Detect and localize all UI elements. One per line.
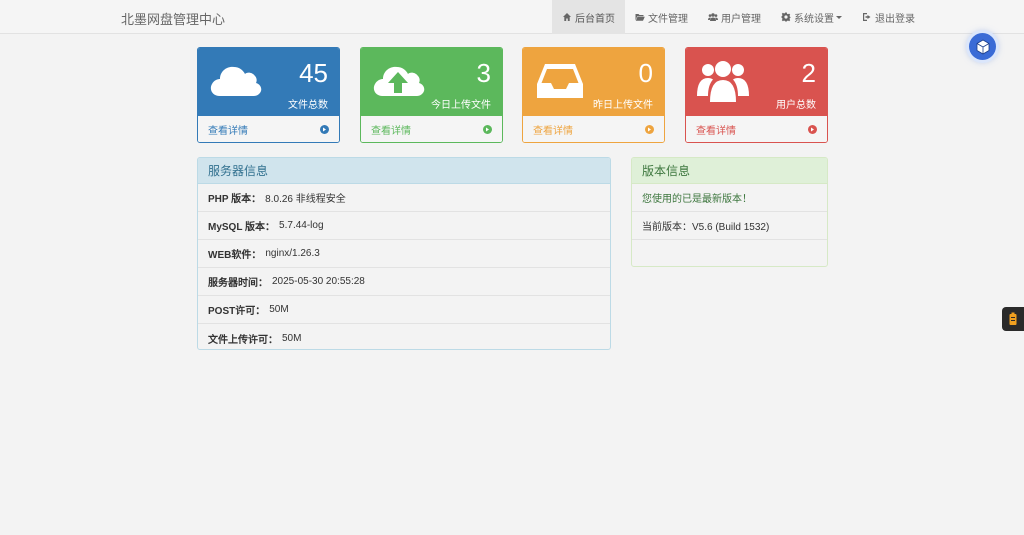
view-details-link[interactable]: 查看详情 (523, 115, 664, 142)
nav-user-management-label: 用户管理 (721, 13, 761, 25)
floating-assistant-button[interactable] (969, 33, 996, 60)
view-details-label: 查看详情 (208, 126, 248, 137)
current-version: 当前版本：V5.6 (Build 1532) (632, 212, 827, 240)
list-item: MySQL 版本： 5.7.44-log (198, 212, 610, 240)
stat-value: 0 (638, 58, 653, 88)
list-item: WEB软件： nginx/1.26.3 (198, 240, 610, 268)
stat-label: 昨日上传文件 (593, 100, 653, 111)
top-navbar: 北墨网盘管理中心 后台首页 文件管理 用户管理 系统设置 退出登录 (0, 0, 1024, 34)
nav-logout[interactable]: 退出登录 (852, 0, 925, 34)
nav-dashboard[interactable]: 后台首页 (552, 0, 625, 34)
stat-label: 用户总数 (776, 100, 816, 111)
main-nav: 后台首页 文件管理 用户管理 系统设置 退出登录 (552, 0, 925, 34)
sign-out-icon (862, 12, 872, 22)
view-details-link[interactable]: 查看详情 (686, 115, 827, 142)
stat-card-yesterday-uploads: 0 昨日上传文件 查看详情 (522, 47, 665, 143)
info-key: POST许可： (208, 306, 266, 317)
cube-icon (976, 39, 989, 54)
list-item: 文件上传许可： 50M (198, 324, 610, 349)
stat-value: 45 (299, 58, 328, 88)
view-details-label: 查看详情 (371, 126, 411, 137)
nav-system-settings-label: 系统设置 (794, 13, 834, 25)
nav-logout-label: 退出登录 (875, 13, 915, 25)
version-status: 您使用的已是最新版本！ (632, 184, 827, 212)
nav-file-management-label: 文件管理 (648, 13, 688, 25)
list-item: 服务器时间： 2025-05-30 20:55:28 (198, 268, 610, 296)
info-key: MySQL 版本： (208, 222, 276, 233)
stat-value: 3 (476, 58, 491, 88)
list-item: POST许可： 50M (198, 296, 610, 324)
view-details-link[interactable]: 查看详情 (361, 115, 502, 142)
app-title[interactable]: 北墨网盘管理中心 (121, 9, 225, 28)
info-value: 8.0.26 非线程安全 (265, 194, 346, 205)
view-details-link[interactable]: 查看详情 (198, 115, 339, 142)
gear-icon (781, 12, 791, 22)
stat-card-today-uploads: 3 今日上传文件 查看详情 (360, 47, 503, 143)
stat-label: 文件总数 (288, 100, 328, 111)
stat-card-total-files: 45 文件总数 查看详情 (197, 47, 340, 143)
nav-system-settings[interactable]: 系统设置 (771, 0, 852, 34)
info-key: 服务器时间： (208, 278, 268, 289)
arrow-circle-right-icon (808, 125, 817, 134)
view-details-label: 查看详情 (696, 126, 736, 137)
info-value: nginx/1.26.3 (265, 248, 320, 259)
side-floating-tab[interactable] (1002, 307, 1024, 331)
arrow-circle-right-icon (320, 125, 329, 134)
cloud-icon (208, 56, 262, 106)
stat-card-header: 45 文件总数 (198, 48, 339, 115)
inbox-icon (533, 56, 587, 106)
stat-label: 今日上传文件 (431, 100, 491, 111)
server-info-panel: 服务器信息 PHP 版本： 8.0.26 非线程安全 MySQL 版本： 5.7.4… (197, 157, 611, 350)
stat-card-total-users: 2 用户总数 查看详情 (685, 47, 828, 143)
cloud-upload-icon (371, 56, 425, 106)
arrow-circle-right-icon (645, 125, 654, 134)
battery-icon (1009, 312, 1017, 325)
view-details-label: 查看详情 (533, 126, 573, 137)
users-icon (696, 56, 750, 106)
info-value: 50M (282, 332, 302, 344)
panel-title: 版本信息 (632, 158, 827, 184)
users-icon (708, 12, 718, 22)
info-key: WEB软件： (208, 250, 262, 261)
empty-row (632, 240, 827, 266)
info-key: 文件上传许可： (208, 334, 278, 346)
home-icon (562, 12, 572, 22)
info-value: 2025-05-30 20:55:28 (272, 276, 365, 287)
nav-dashboard-label: 后台首页 (575, 13, 615, 25)
info-value: 50M (269, 304, 289, 315)
stat-card-header: 0 昨日上传文件 (523, 48, 664, 115)
stat-card-header: 2 用户总数 (686, 48, 827, 115)
list-item: PHP 版本： 8.0.26 非线程安全 (198, 184, 610, 212)
info-value: 5.7.44-log (279, 220, 324, 231)
info-key: PHP 版本： (208, 194, 262, 205)
version-info-panel: 版本信息 您使用的已是最新版本！ 当前版本：V5.6 (Build 1532) (631, 157, 828, 267)
folder-open-icon (635, 12, 645, 22)
panel-title: 服务器信息 (198, 158, 610, 184)
arrow-circle-right-icon (483, 125, 492, 134)
nav-file-management[interactable]: 文件管理 (625, 0, 698, 34)
caret-down-icon (836, 15, 842, 19)
nav-user-management[interactable]: 用户管理 (698, 0, 771, 34)
stat-value: 2 (801, 58, 816, 88)
stat-card-header: 3 今日上传文件 (361, 48, 502, 115)
